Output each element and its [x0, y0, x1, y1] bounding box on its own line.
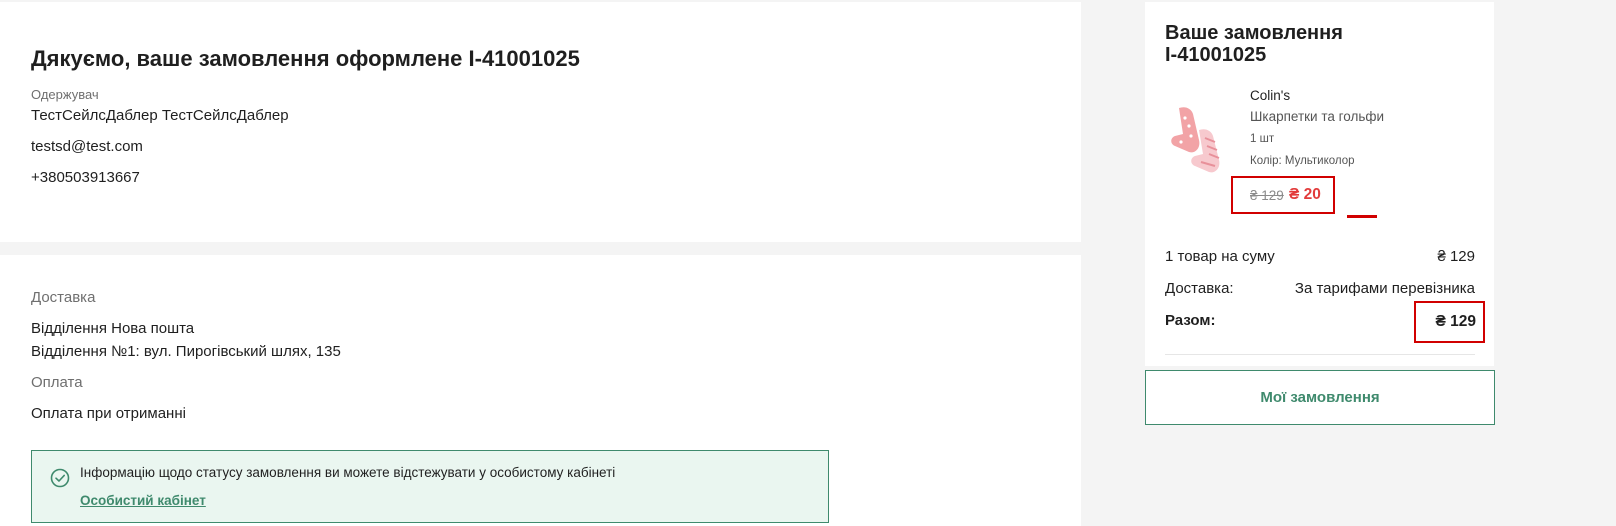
price-highlight-box: ₴ 129 ₴ 20: [1231, 176, 1335, 214]
product-quantity: 1 шт: [1250, 133, 1275, 145]
old-price: ₴ 129: [1250, 188, 1284, 203]
product-brand: Colin's: [1250, 88, 1291, 103]
recipient-email: testsd@test.com: [31, 138, 143, 155]
order-status-info-box: Інформацію щодо статусу замовлення ви мо…: [31, 450, 829, 523]
payment-label: Оплата: [31, 374, 83, 391]
recipient-phone: +380503913667: [31, 169, 140, 186]
delivery-method: Відділення Нова пошта: [31, 320, 195, 337]
sale-price: ₴ 20: [1289, 186, 1321, 203]
delivery-cost-label: Доставка:: [1165, 280, 1234, 297]
summary-divider: [1165, 354, 1475, 355]
order-summary-title-line1: Ваше замовлення: [1165, 22, 1343, 44]
total-value: ₴ 129: [1435, 313, 1476, 330]
order-summary-card: Ваше замовлення I-41001025 Colin's Шкарп…: [1145, 2, 1494, 366]
order-summary-title: Ваше замовлення I-41001025: [1165, 22, 1343, 66]
my-orders-button[interactable]: Мої замовлення: [1145, 370, 1495, 425]
total-label: Разом:: [1165, 312, 1216, 329]
personal-account-link[interactable]: Особистий кабінет: [80, 493, 206, 508]
delivery-label: Доставка: [31, 289, 96, 306]
order-summary-order-number: I-41001025: [1165, 44, 1267, 66]
subtotal-value: ₴ 129: [1437, 248, 1475, 265]
socks-image: [1171, 107, 1220, 173]
annotation-mark: [1347, 215, 1377, 218]
delivery-address: Відділення №1: вул. Пирогівський шлях, 1…: [31, 343, 341, 360]
product-color: Колір: Мультиколор: [1250, 155, 1355, 167]
delivery-cost-value: За тарифами перевізника: [1294, 280, 1475, 297]
info-text: Інформацію щодо статусу замовлення ви мо…: [80, 465, 616, 480]
recipient-name: ТестСейлсДаблер ТестСейлсДаблер: [31, 107, 289, 124]
product-name: Шкарпетки та гольфи: [1250, 109, 1385, 124]
subtotal-label: 1 товар на суму: [1165, 248, 1275, 265]
payment-method: Оплата при отриманні: [31, 405, 186, 422]
check-circle-icon: [50, 468, 70, 488]
order-confirmation-panel: Дякуємо, ваше замовлення оформлене I-410…: [0, 2, 1081, 242]
total-highlight-box: ₴ 129: [1414, 301, 1485, 343]
page-title: Дякуємо, ваше замовлення оформлене I-410…: [31, 46, 580, 71]
recipient-label: Одержувач: [31, 87, 99, 102]
